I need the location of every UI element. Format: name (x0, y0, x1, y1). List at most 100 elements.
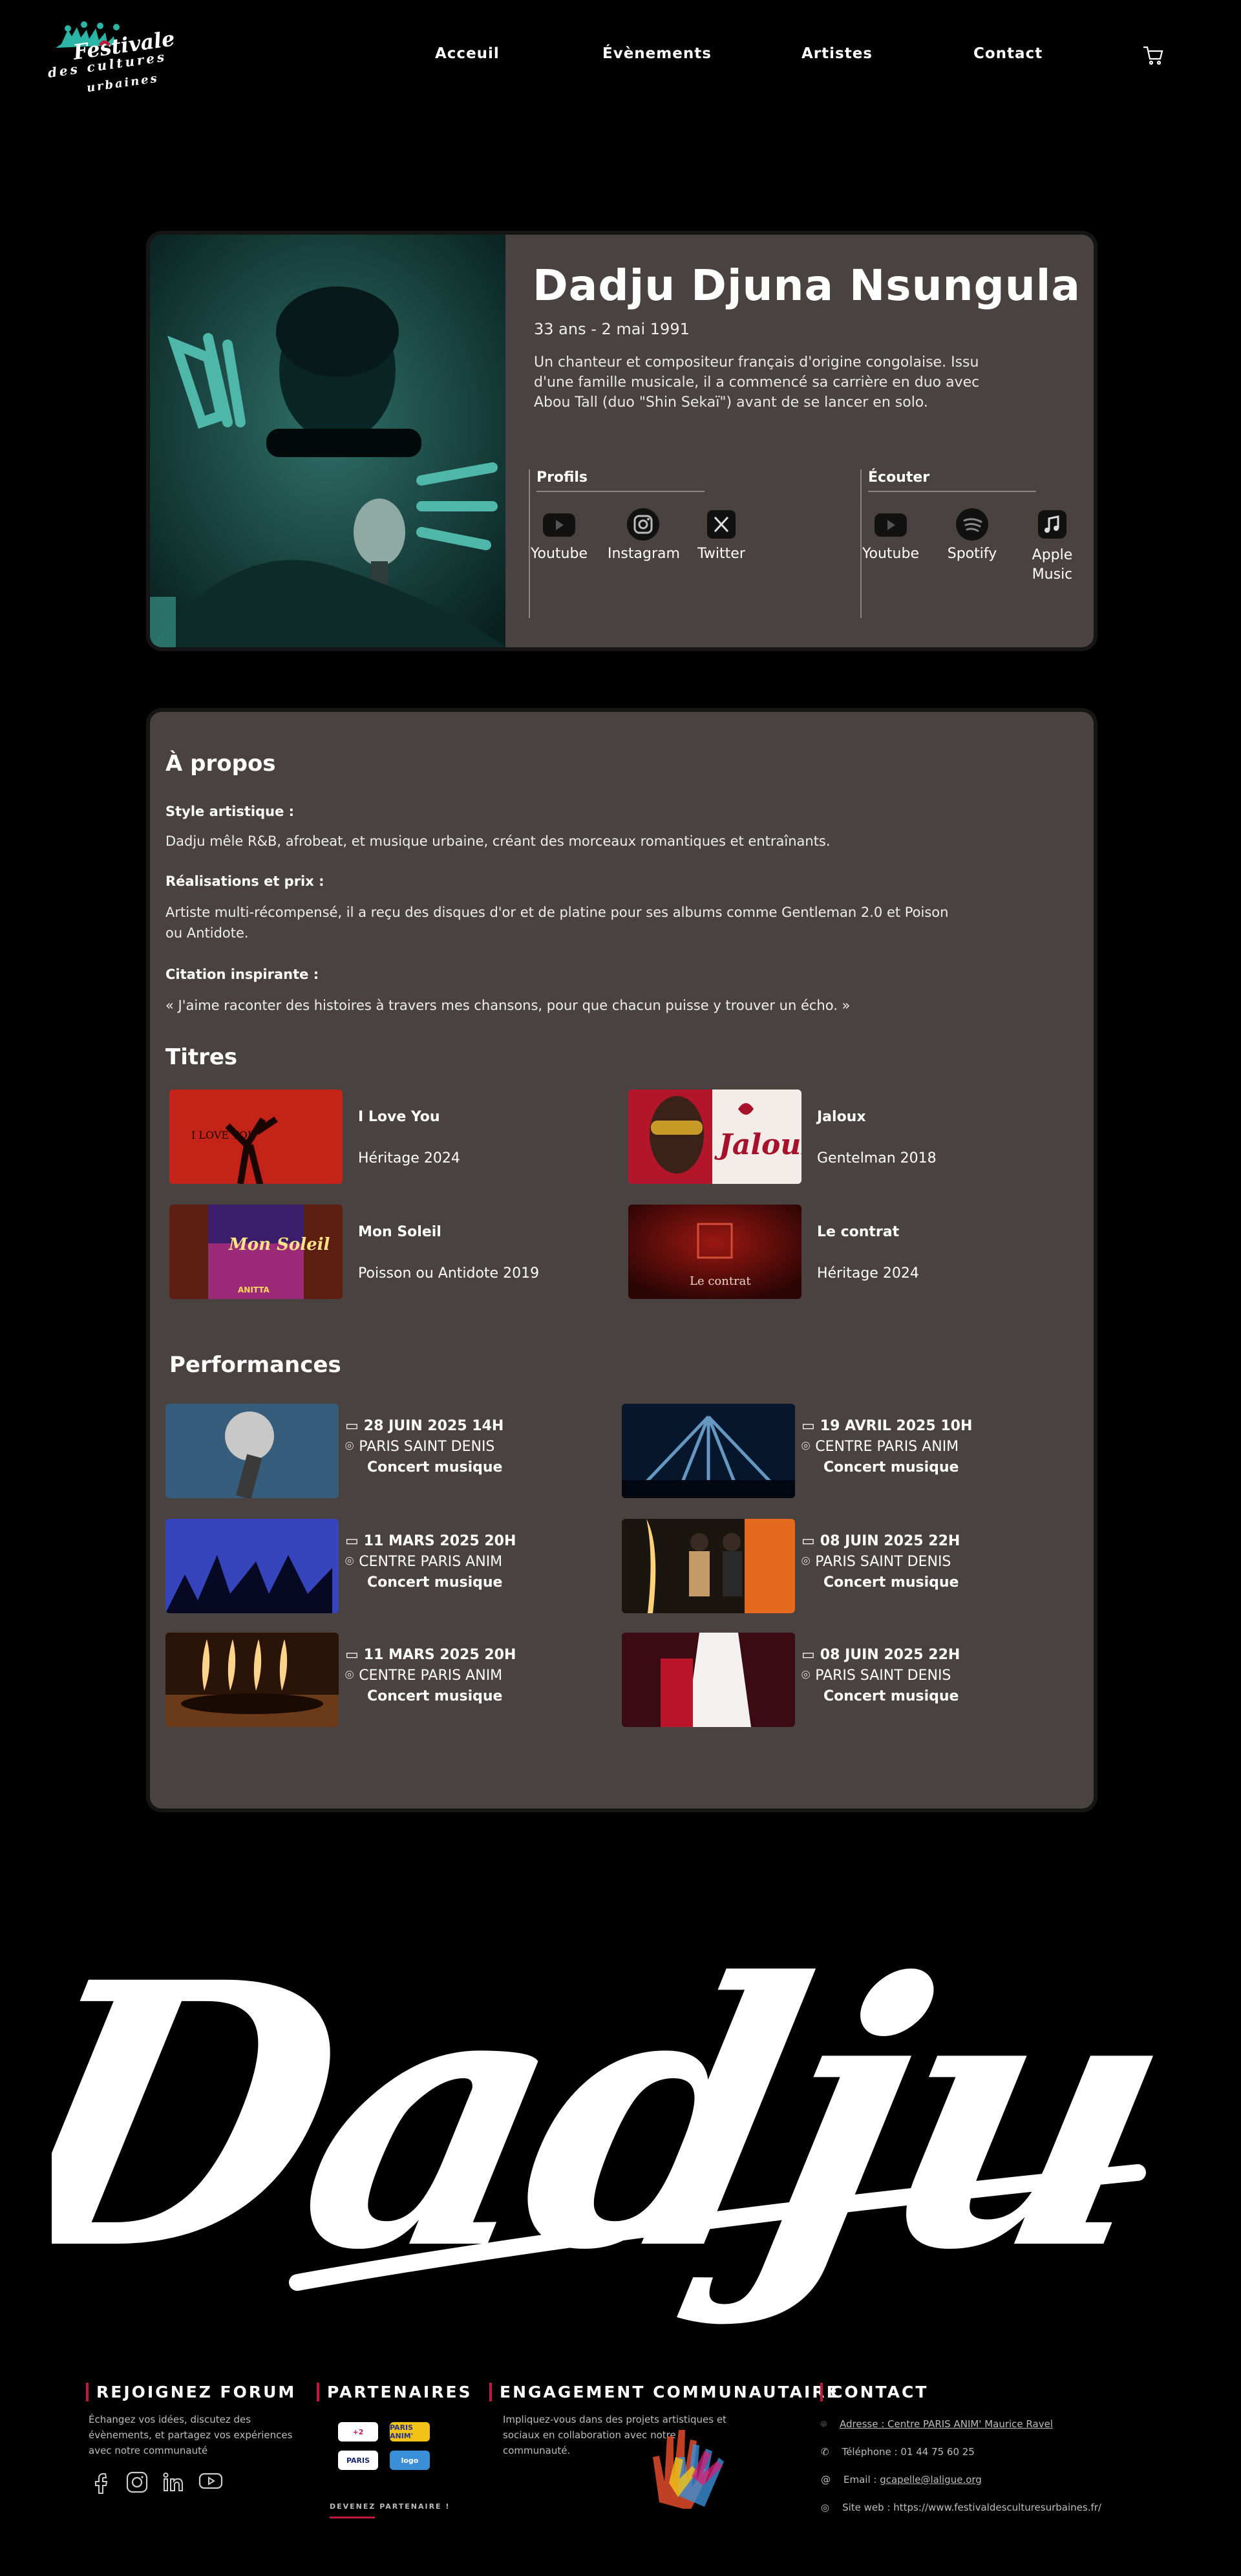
svg-text:Jaloux: Jaloux (714, 1128, 801, 1161)
track-item[interactable]: Mon Soleil ANITTA Mon Soleil Poisson ou A… (169, 1205, 609, 1302)
artist-hero-card: Dadju Djuna Nsungula 33 ans - 2 mai 1991… (150, 235, 1094, 647)
contact-email-link[interactable]: gcapelle@laligue.org (880, 2474, 982, 2485)
partner-logo[interactable]: +2 (338, 2422, 378, 2442)
become-partner-arrow-icon (330, 2517, 375, 2518)
performance-item[interactable]: ▭ 08 JUIN 2025 22H ⌾ PARIS SAINT DENIS Con… (622, 1519, 1074, 1616)
performance-item[interactable]: ▭ 08 JUIN 2025 22H ⌾ PARIS SAINT DENIS Con… (622, 1633, 1074, 1730)
location-pin-icon: ⌾ (801, 1439, 811, 1455)
svg-text:ANITTA: ANITTA (238, 1285, 270, 1294)
style-text: Dadju mêle R&B, afrobeat, et musique urb… (165, 833, 831, 849)
nav-accueil[interactable]: Acceuil (435, 45, 500, 62)
partner-logo[interactable]: PARIS ANIM' (390, 2422, 430, 2442)
svg-text:urbaines: urbaines (86, 72, 160, 95)
artist-signature-logo: Dadju (0, 1830, 1193, 2360)
contact-address-text[interactable]: Adresse : Centre PARIS ANIM' Maurice Rav… (840, 2418, 1053, 2430)
track-album: Héritage 2024 (358, 1150, 460, 1166)
social-links (94, 2471, 223, 2495)
track-item[interactable]: I LOVE YOU I Love You Héritage 2024 (169, 1089, 609, 1186)
listen-apple-music-link[interactable]: Apple Music (1023, 508, 1081, 585)
cart-icon[interactable] (1142, 45, 1164, 65)
performance-location-row: ⌾ PARIS SAINT DENIS (345, 1439, 494, 1455)
artist-name: Dadju Djuna Nsungula (533, 261, 1081, 310)
awards-label: Réalisations et prix : (165, 874, 324, 889)
svg-text:I LOVE YOU: I LOVE YOU (191, 1129, 256, 1141)
forum-title: REJOIGNEZ FORUM (96, 2383, 297, 2401)
performance-date: 11 MARS 2025 20H (363, 1647, 516, 1663)
performance-image (622, 1519, 795, 1613)
contact-email: @ Email : gcapelle@laligue.org (821, 2474, 982, 2485)
svg-text:Le contrat: Le contrat (690, 1274, 751, 1288)
location-pin-icon: ⌾ (801, 1554, 811, 1570)
youtube-icon[interactable] (198, 2471, 223, 2491)
performance-image (622, 1404, 795, 1498)
footer-forum-column: REJOIGNEZ FORUM (86, 2383, 296, 2401)
svg-text:Mon Soleil: Mon Soleil (228, 1235, 330, 1254)
x-icon (703, 508, 739, 541)
community-hands-illustration (633, 2405, 743, 2511)
titles-heading: Titres (165, 1044, 238, 1070)
partners-title: PARTENAIRES (327, 2383, 472, 2401)
performance-type: Concert musique (823, 1574, 959, 1591)
nav-evenements[interactable]: Évènements (602, 45, 712, 62)
profile-youtube-label: Youtube (531, 546, 588, 562)
performance-date: 11 MARS 2025 20H (363, 1533, 516, 1549)
engagement-title: ENGAGEMENT COMMUNAUTAIRE (500, 2383, 840, 2401)
track-name: Jaloux (817, 1109, 866, 1125)
track-item[interactable]: Le contrat Le contrat Héritage 2024 (628, 1205, 1068, 1302)
about-title: À propos (165, 751, 276, 777)
site-header: Festivale des cultures urbaines Acceuil … (0, 0, 1241, 116)
contact-phone-text: Téléphone : 01 44 75 60 25 (842, 2446, 975, 2458)
listen-youtube-label: Youtube (862, 546, 919, 562)
svg-text:Dadju: Dadju (52, 1904, 1163, 2330)
performance-date: 08 JUIN 2025 22H (820, 1647, 960, 1663)
forum-text: Échangez vos idées, discutez des évèneme… (89, 2414, 293, 2456)
profile-instagram-link[interactable]: Instagram (608, 508, 680, 562)
performance-location: PARIS SAINT DENIS (815, 1554, 951, 1570)
profiles-group: Profils Youtube Instagram Twitter (529, 469, 745, 618)
nav-artistes[interactable]: Artistes (801, 45, 873, 62)
performances-heading: Performances (169, 1352, 341, 1378)
youtube-icon (541, 508, 577, 541)
apple-music-icon (1034, 508, 1070, 541)
performance-item[interactable]: ▭ 19 AVRIL 2025 10H ⌾ CENTRE PARIS ANIM Co… (622, 1404, 1074, 1501)
track-item[interactable]: Jaloux Jaloux Gentelman 2018 (628, 1089, 1068, 1186)
location-pin-icon: ⌾ (821, 2418, 827, 2430)
contact-website: ◎ Site web : https://www.festivaldescultu… (821, 2502, 1101, 2513)
footer-partners-column: PARTENAIRES (317, 2383, 472, 2401)
site-footer: REJOIGNEZ FORUM Échangez vos idées, disc… (0, 2367, 1241, 2576)
contact-website-text[interactable]: Site web : https://www.festivaldescultur… (842, 2502, 1101, 2513)
facebook-icon[interactable] (94, 2471, 112, 2495)
track-name: I Love You (358, 1109, 440, 1125)
contact-address: ⌾ Adresse : Centre PARIS ANIM' Maurice Ra… (821, 2418, 1053, 2430)
contact-title: CONTACT (831, 2383, 929, 2401)
performance-location-row: ⌾ PARIS SAINT DENIS (801, 1668, 951, 1684)
nav-contact[interactable]: Contact (973, 45, 1043, 62)
performance-image (622, 1633, 795, 1727)
performance-location-row: ⌾ CENTRE PARIS ANIM (345, 1554, 502, 1570)
performance-item[interactable]: ▭ 28 JUIN 2025 14H ⌾ PARIS SAINT DENIS Con… (165, 1404, 618, 1501)
partner-logo[interactable]: logo (390, 2451, 430, 2470)
globe-icon: ◎ (821, 2502, 830, 2513)
partner-logo[interactable]: PARIS (338, 2451, 378, 2470)
profile-twitter-link[interactable]: Twitter (695, 508, 747, 562)
calendar-icon: ▭ (801, 1647, 815, 1663)
location-pin-icon: ⌾ (345, 1668, 354, 1684)
track-album: Gentelman 2018 (817, 1150, 937, 1166)
performance-date-row: ▭ 11 MARS 2025 20H (345, 1533, 516, 1549)
listen-youtube-link[interactable]: Youtube (862, 508, 920, 562)
phone-icon: ✆ (821, 2446, 829, 2458)
linkedin-icon[interactable] (162, 2471, 184, 2493)
profile-twitter-label: Twitter (697, 546, 745, 562)
instagram-icon[interactable] (126, 2471, 148, 2493)
performance-location: CENTRE PARIS ANIM (359, 1668, 503, 1684)
become-partner-link[interactable]: DEVENEZ PARTENAIRE ! (330, 2502, 450, 2511)
listen-spotify-link[interactable]: Spotify (943, 508, 1001, 562)
profile-youtube-link[interactable]: Youtube (530, 508, 588, 562)
performance-item[interactable]: ▭ 11 MARS 2025 20H ⌾ CENTRE PARIS ANIM Con… (165, 1519, 618, 1616)
performance-location: PARIS SAINT DENIS (359, 1439, 495, 1455)
performance-date: 08 JUIN 2025 22H (820, 1533, 960, 1549)
contact-phone: ✆ Téléphone : 01 44 75 60 25 (821, 2446, 975, 2458)
performance-location: CENTRE PARIS ANIM (815, 1439, 959, 1455)
performance-item[interactable]: ▭ 11 MARS 2025 20H ⌾ CENTRE PARIS ANIM Con… (165, 1633, 618, 1730)
profiles-title: Profils (536, 469, 705, 492)
